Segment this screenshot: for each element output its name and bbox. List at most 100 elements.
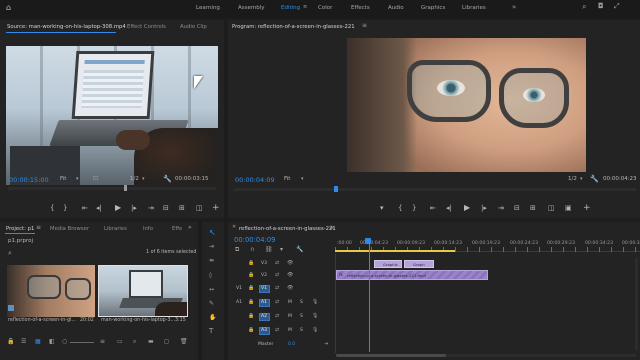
program-step-forward-icon[interactable]: |▸	[481, 205, 487, 212]
project-item-selected[interactable]	[98, 265, 188, 317]
source-timecode[interactable]: 00:00:15:00	[9, 177, 49, 184]
tab-effects[interactable]: Effe	[172, 226, 182, 232]
sort-icon[interactable]: ≡	[100, 339, 105, 345]
program-resolution-chevron-icon[interactable]: ▾	[580, 177, 583, 182]
source-mark-in-icon[interactable]: {	[50, 205, 54, 212]
workspace-libraries[interactable]: Libraries	[462, 5, 486, 11]
timeline-menu-icon[interactable]: ≡	[329, 225, 334, 231]
source-mark-out-icon[interactable]: }	[63, 205, 67, 212]
find-icon[interactable]: ⌕	[133, 339, 136, 345]
razor-tool-icon[interactable]: ◊	[209, 273, 212, 279]
source-video-frame[interactable]	[6, 46, 218, 185]
program-title[interactable]: Program: reflection-of-a-screen-in-glass…	[232, 24, 355, 30]
sync-lock-icon[interactable]: ⇄	[275, 286, 279, 291]
export-frame-icon[interactable]: ◫	[548, 205, 555, 212]
mute-button[interactable]: M	[288, 314, 292, 320]
marker-icon[interactable]: ▾	[380, 205, 384, 212]
tab-project[interactable]: Project: p1	[6, 226, 34, 232]
workspace-effects[interactable]: Effects	[351, 5, 370, 11]
timeline-vertical-scroll[interactable]	[635, 258, 638, 350]
workspace-menu-icon[interactable]: ≡	[303, 5, 307, 10]
program-wrench-icon[interactable]: 🔧	[590, 176, 599, 183]
timeline-timecode[interactable]: 00:00:04:09	[234, 237, 275, 244]
solo-button[interactable]: S	[300, 314, 303, 320]
program-mark-in-icon[interactable]: {	[398, 205, 402, 212]
source-step-forward-icon[interactable]: |▸	[131, 205, 137, 212]
lock-icon[interactable]: 🔒	[248, 300, 254, 305]
snap-icon[interactable]: ∩	[250, 247, 254, 253]
source-step-back-icon[interactable]: ◂|	[96, 205, 102, 212]
voiceover-icon[interactable]: 🎙	[312, 314, 318, 319]
slip-tool-icon[interactable]: ↔	[209, 287, 214, 293]
program-step-back-icon[interactable]: ◂|	[446, 205, 452, 212]
solo-button[interactable]: S	[300, 300, 303, 306]
program-timecode[interactable]: 00:00:04:09	[235, 177, 275, 184]
insert-icon[interactable]: ⊟	[163, 205, 169, 212]
wrench-icon[interactable]: 🔧	[163, 176, 172, 183]
lock-icon[interactable]: 🔒	[248, 273, 254, 278]
ripple-edit-tool-icon[interactable]: ⇹	[209, 258, 214, 264]
video-clip[interactable]: fx reflection-of-a-screen-in-glasses-221…	[336, 270, 488, 280]
icon-view-icon[interactable]: ▦	[35, 339, 41, 345]
source-playhead[interactable]	[124, 185, 127, 191]
timeline-close-icon[interactable]: ✕	[232, 225, 236, 230]
source-go-to-out-icon[interactable]: ⇥	[148, 205, 154, 212]
sync-lock-icon[interactable]: ⇄	[275, 273, 279, 278]
more-workspaces-icon[interactable]: »	[512, 4, 516, 11]
program-add-button-icon[interactable]: +	[583, 204, 591, 213]
automate-icon[interactable]: ▭	[117, 339, 123, 345]
mute-button[interactable]: M	[288, 300, 292, 306]
source-resolution-select[interactable]: 1/2	[130, 176, 139, 183]
eye-icon[interactable]: 👁	[287, 273, 293, 278]
hand-tool-icon[interactable]: ✋	[209, 315, 216, 321]
source-play-icon[interactable]: ▶	[115, 204, 121, 212]
mute-button[interactable]: M	[288, 328, 292, 334]
source-fit-select[interactable]: Fit	[60, 176, 66, 183]
timeline-tracks-area[interactable]: Graphic Graph fx reflection-of-a-screen-…	[335, 238, 635, 353]
tab-audio-clip[interactable]: Audio Clip	[180, 24, 207, 30]
source-export-frame-icon[interactable]: ◫	[196, 205, 203, 212]
source-fit-chevron-icon[interactable]: ▾	[76, 177, 79, 182]
program-mark-out-icon[interactable]: }	[412, 205, 416, 212]
project-search-icon[interactable]: ⌕	[8, 250, 12, 257]
sync-lock-icon[interactable]: ⇄	[275, 328, 279, 333]
lock-icon[interactable]: 🔒	[248, 314, 254, 319]
program-playhead[interactable]	[334, 186, 338, 192]
sync-lock-icon[interactable]: ⇄	[275, 314, 279, 319]
lock-icon[interactable]: 🔒	[7, 339, 14, 345]
program-scrub-bar[interactable]	[234, 186, 636, 192]
workspace-color[interactable]: Color	[318, 5, 332, 11]
voiceover-icon[interactable]: 🎙	[312, 300, 318, 305]
tab-info[interactable]: Info	[143, 226, 153, 232]
program-fit-chevron-icon[interactable]: ▾	[301, 177, 304, 182]
go-to-end-icon[interactable]: ⇥	[324, 342, 328, 347]
program-resolution-select[interactable]: 1/2	[568, 176, 577, 183]
timeline-playhead[interactable]	[369, 238, 370, 352]
sync-lock-icon[interactable]: ⇄	[275, 261, 279, 266]
tab-media-browser[interactable]: Media Browser	[50, 226, 89, 232]
linked-selection-icon[interactable]: ⛓	[265, 247, 273, 253]
fullscreen-icon[interactable]: ⤢	[614, 3, 620, 10]
source-settings-icon[interactable]: ⊡	[93, 176, 98, 182]
search-icon[interactable]: ⌕	[582, 3, 586, 11]
extract-icon[interactable]: ⊞	[530, 205, 536, 212]
source-add-button-icon[interactable]: +	[212, 204, 220, 213]
source-patch-a1[interactable]: A1	[236, 300, 242, 306]
tab-effect-controls[interactable]: Effect Controls	[127, 24, 166, 30]
project-menu-icon[interactable]: ≡	[36, 225, 41, 231]
track-select-tool-icon[interactable]: ⇥	[209, 244, 214, 250]
title-clip[interactable]: Graph	[404, 260, 434, 268]
program-video-frame[interactable]	[347, 38, 586, 172]
playhead-handle[interactable]	[365, 238, 371, 244]
workspace-audio[interactable]: Audio	[388, 5, 404, 11]
program-menu-icon[interactable]: ≡	[362, 23, 367, 29]
type-tool-icon[interactable]: T	[209, 328, 213, 335]
source-patch-v1[interactable]: V1	[236, 286, 242, 292]
comparison-view-icon[interactable]: ▣	[565, 205, 572, 212]
overwrite-icon[interactable]: ⊞	[179, 205, 185, 212]
notifications-icon[interactable]: ◘	[598, 3, 604, 10]
workspace-graphics[interactable]: Graphics	[421, 5, 445, 11]
clear-icon[interactable]: 🗑	[180, 339, 188, 345]
workspace-learning[interactable]: Learning	[196, 5, 220, 11]
project-item[interactable]	[7, 265, 95, 317]
